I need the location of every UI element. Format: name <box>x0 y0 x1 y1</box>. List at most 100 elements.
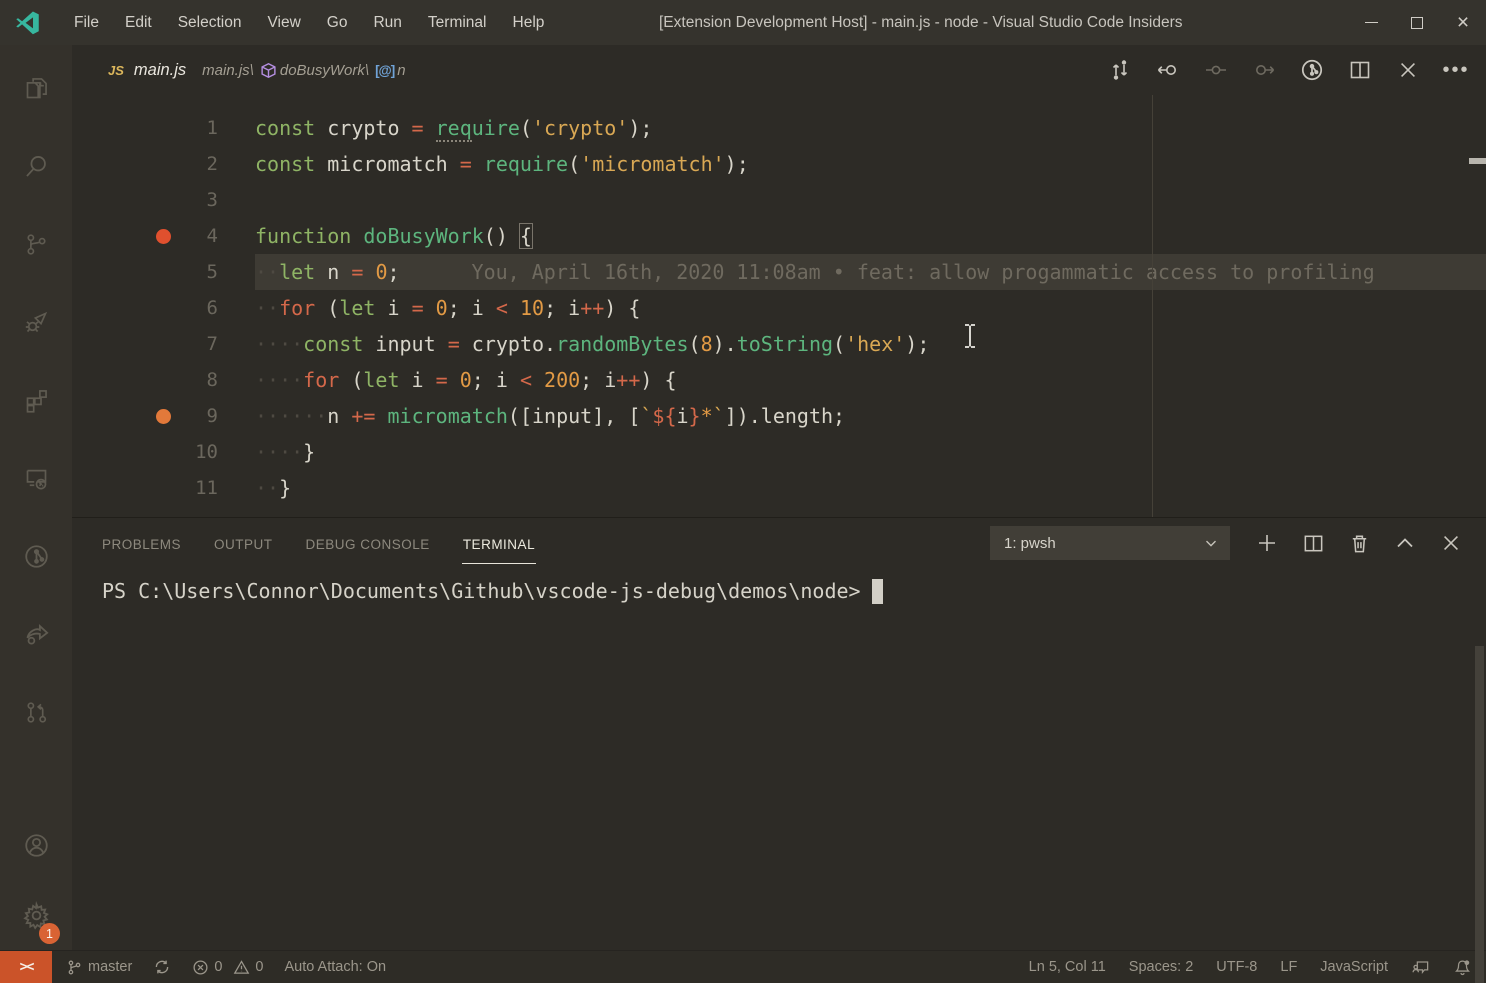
warning-count: 0 <box>255 959 263 975</box>
step-forward-button[interactable] <box>1240 48 1288 93</box>
breadcrumb-symbol[interactable]: doBusyWork\ <box>280 62 369 79</box>
notifications-button[interactable] <box>1453 958 1472 977</box>
sidebar-item-remote-explorer[interactable] <box>0 439 72 517</box>
split-terminal-icon <box>1302 532 1325 555</box>
code-line-2[interactable]: 2const micromatch = require('micromatch'… <box>72 146 1486 182</box>
feedback-icon <box>1411 958 1430 977</box>
split-terminal-button[interactable] <box>1290 521 1336 566</box>
line-number: 7 <box>207 326 218 362</box>
code-line-5[interactable]: 5··let n = 0;You, April 16th, 2020 11:08… <box>72 254 1486 290</box>
editor-gutter[interactable]: 4 <box>72 218 255 254</box>
terminal-select[interactable]: 1: pwsh <box>990 526 1230 560</box>
panel-tab-debug-console[interactable]: DEBUG CONSOLE <box>305 522 431 564</box>
symbol-function-icon <box>260 62 277 79</box>
status-bar-right: Ln 5, Col 11 Spaces: 2 UTF-8 LF JavaScri… <box>1029 958 1472 977</box>
js-language-icon: JS <box>108 63 124 78</box>
close-button[interactable]: × <box>1440 0 1486 45</box>
maximize-panel-button[interactable] <box>1382 521 1428 566</box>
menu-help[interactable]: Help <box>500 0 558 45</box>
breadcrumb-leaf[interactable]: n <box>397 62 405 79</box>
breakpoint-dot[interactable] <box>156 409 171 424</box>
editor-gutter[interactable]: 3 <box>72 182 255 218</box>
step-back-button[interactable] <box>1144 48 1192 93</box>
code-lines: 1const crypto = require('crypto');2const… <box>72 110 1486 506</box>
git-sync-status[interactable] <box>153 958 171 976</box>
editor-gutter[interactable]: 1 <box>72 110 255 146</box>
close-panel-button[interactable] <box>1428 521 1474 566</box>
editor-gutter[interactable]: 9 <box>72 398 255 434</box>
breadcrumb-file[interactable]: main.js\ <box>202 62 254 79</box>
compare-changes-button[interactable] <box>1096 48 1144 93</box>
editor-gutter[interactable]: 10 <box>72 434 255 470</box>
new-terminal-button[interactable] <box>1244 521 1290 566</box>
code-line-4[interactable]: 4function doBusyWork() { <box>72 218 1486 254</box>
editor-gutter[interactable]: 2 <box>72 146 255 182</box>
encoding-status[interactable]: UTF-8 <box>1216 959 1257 975</box>
code-line-9[interactable]: 9······n += micromatch([input], [`${i}*`… <box>72 398 1486 434</box>
panel-tab-terminal[interactable]: TERMINAL <box>462 522 536 564</box>
code-line-3[interactable]: 3 <box>72 182 1486 218</box>
sidebar-item-run-and-debug[interactable] <box>0 283 72 361</box>
code-line-7[interactable]: 7····const input = crypto.randomBytes(8)… <box>72 326 1486 362</box>
split-editor-button[interactable] <box>1336 48 1384 93</box>
menu-selection[interactable]: Selection <box>165 0 255 45</box>
more-actions-button[interactable]: ••• <box>1432 48 1480 93</box>
code-line-6[interactable]: 6··for (let i = 0; i < 10; i++) { <box>72 290 1486 326</box>
language-mode-status[interactable]: JavaScript <box>1320 959 1388 975</box>
sidebar-item-live-share[interactable] <box>0 595 72 673</box>
tab-main-js[interactable]: main.js <box>134 61 186 80</box>
sidebar-item-explorer[interactable] <box>0 49 72 127</box>
sidebar-item-settings[interactable]: 1 <box>0 880 72 950</box>
cursor-position-status[interactable]: Ln 5, Col 11 <box>1029 959 1106 975</box>
warnings-icon <box>233 959 250 976</box>
kill-terminal-button[interactable] <box>1336 521 1382 566</box>
editor-gutter[interactable]: 7 <box>72 326 255 362</box>
menu-edit[interactable]: Edit <box>112 0 165 45</box>
indentation-status[interactable]: Spaces: 2 <box>1129 959 1194 975</box>
sidebar-item-search[interactable] <box>0 127 72 205</box>
editor-gutter[interactable]: 11 <box>72 470 255 506</box>
breakpoint-dot[interactable] <box>156 229 171 244</box>
sidebar-item-debug-profile[interactable] <box>0 517 72 595</box>
close-editor-button[interactable] <box>1384 48 1432 93</box>
code-line-10[interactable]: 10····} <box>72 434 1486 470</box>
plus-icon <box>1255 531 1279 555</box>
remote-indicator[interactable]: >< <box>0 951 52 983</box>
sidebar-item-extensions[interactable] <box>0 361 72 439</box>
menu-view[interactable]: View <box>254 0 313 45</box>
editor-gutter[interactable]: 6 <box>72 290 255 326</box>
code-editor[interactable]: 1const crypto = require('crypto');2const… <box>72 95 1486 517</box>
code-line-11[interactable]: 11··} <box>72 470 1486 506</box>
sidebar-item-github-pull-requests[interactable] <box>0 673 72 751</box>
step-over-button[interactable] <box>1192 48 1240 93</box>
line-number: 11 <box>195 470 218 506</box>
more-actions-icon: ••• <box>1442 59 1469 82</box>
minimize-button[interactable] <box>1348 0 1394 45</box>
problems-status[interactable]: 0 0 <box>192 959 263 976</box>
code-line-1[interactable]: 1const crypto = require('crypto'); <box>72 110 1486 146</box>
terminal-output[interactable]: PS C:\Users\Connor\Documents\Github\vsco… <box>72 568 1486 950</box>
line-number: 8 <box>207 362 218 398</box>
menu-go[interactable]: Go <box>314 0 361 45</box>
terminal-scrollbar[interactable] <box>1475 646 1484 983</box>
feedback-button[interactable] <box>1411 958 1430 977</box>
menu-terminal[interactable]: Terminal <box>415 0 500 45</box>
panel-tab-output[interactable]: OUTPUT <box>213 522 274 564</box>
menu-file[interactable]: File <box>61 0 112 45</box>
eol-status[interactable]: LF <box>1280 959 1297 975</box>
maximize-button[interactable] <box>1394 0 1440 45</box>
editor-gutter[interactable]: 8 <box>72 362 255 398</box>
panel-tab-problems[interactable]: PROBLEMS <box>101 522 182 564</box>
profile-button[interactable] <box>1288 48 1336 93</box>
terminal-prompt: PS C:\Users\Connor\Documents\Github\vsco… <box>102 574 861 608</box>
code-line-8[interactable]: 8 ····for (let i = 0; i < 200; i++) { <box>72 362 1486 398</box>
source-control-icon <box>23 231 50 258</box>
sidebar-item-source-control[interactable] <box>0 205 72 283</box>
git-branch-status[interactable]: master <box>66 959 132 976</box>
chevron-down-icon <box>1202 534 1220 552</box>
code-text: ····for (let i = 0; i < 200; i++) { <box>255 362 1486 398</box>
auto-attach-status[interactable]: Auto Attach: On <box>284 959 386 975</box>
editor-gutter[interactable]: 5 <box>72 254 255 290</box>
sidebar-item-accounts[interactable] <box>0 810 72 880</box>
menu-run[interactable]: Run <box>360 0 414 45</box>
